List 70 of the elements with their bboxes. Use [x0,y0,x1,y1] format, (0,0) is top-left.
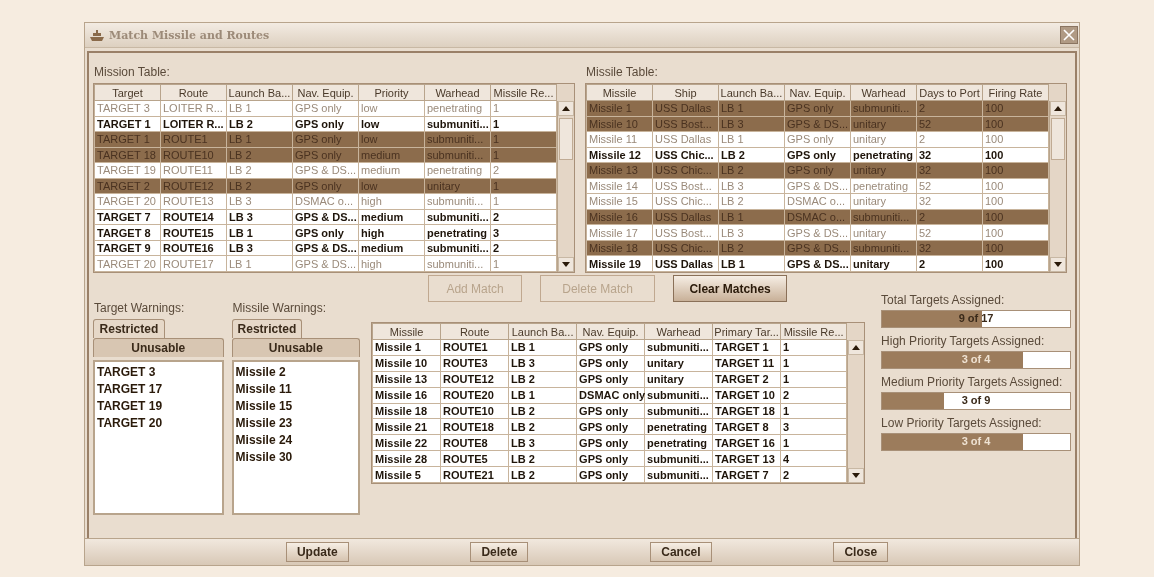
column-header[interactable]: Priority [358,84,425,101]
column-header[interactable]: Route [160,84,227,101]
scroll-thumb[interactable] [559,118,573,160]
section-label: Missile Warnings: [232,301,328,315]
column-header[interactable]: Warhead [644,323,713,340]
column-header[interactable]: Missile [372,323,441,340]
column-header[interactable]: Missile Re... [490,84,557,101]
list-item[interactable]: TARGET 17 [97,382,220,396]
footer-button[interactable]: Cancel [650,542,712,562]
column-header[interactable]: Nav. Equip. [576,323,645,340]
column-header[interactable]: Missile [586,84,653,101]
column-header[interactable]: Days to Port [916,84,983,101]
list-item[interactable]: Missile 2 [235,365,357,379]
column-header[interactable]: Ship [652,84,719,101]
footer-button[interactable]: Close [833,542,889,562]
scroll-up-button[interactable] [848,340,865,355]
list-item[interactable]: Missile 15 [235,399,357,413]
scroll-thumb[interactable] [1051,118,1065,160]
up-arrow-icon [1054,106,1062,111]
progress-label: Total Targets Assigned: [881,293,1006,307]
up-arrow-icon [852,345,861,350]
column-header[interactable]: Launch Ba... [226,84,293,101]
tab[interactable]: Restricted [93,319,165,338]
column-header[interactable]: Nav. Equip. [784,84,851,101]
progress-reading: 3 of 4 [960,435,992,447]
scroll-up-button[interactable] [1050,101,1066,116]
list-item[interactable]: Missile 11 [235,382,357,396]
close-icon [1063,29,1075,41]
section-label: Target Warnings: [94,301,186,315]
footer-button[interactable]: Delete [470,542,529,562]
list-item[interactable]: TARGET 20 [97,416,220,430]
scroll-down-button[interactable] [848,468,865,483]
progress-reading: 3 of 4 [960,353,992,365]
list-item[interactable]: Missile 23 [235,416,357,430]
progress-reading: 9 of 17 [957,312,995,324]
column-header[interactable]: Route [440,323,509,340]
column-header[interactable]: Firing Rate [982,84,1049,101]
footer-button[interactable]: Update [285,542,349,562]
list-item[interactable]: Missile 30 [235,450,357,464]
close-button[interactable] [1060,26,1078,44]
section-label: Missile Table: [586,65,659,79]
progress-label: High Priority Targets Assigned: [881,334,1046,348]
progress-label: Medium Priority Targets Assigned: [881,375,1064,389]
down-arrow-icon [1054,262,1062,267]
tab[interactable]: Unusable [231,338,361,357]
up-arrow-icon [562,106,570,111]
list-item[interactable]: Missile 24 [235,433,357,447]
list-item[interactable]: TARGET 3 [97,365,220,379]
app-icon [89,29,105,41]
column-header[interactable]: Target [94,84,161,101]
tab[interactable]: Unusable [93,338,224,357]
tab[interactable]: Restricted [231,319,303,338]
section-label: Mission Table: [94,65,171,79]
column-header[interactable]: Launch Ba... [718,84,785,101]
column-header[interactable]: Nav. Equip. [292,84,359,101]
scroll-down-button[interactable] [558,257,574,272]
scroll-down-button[interactable] [1050,257,1066,272]
scroll-up-button[interactable] [558,101,574,116]
window-title: Match Missile and Routes [109,28,271,42]
column-header[interactable]: Launch Ba... [508,323,577,340]
column-header[interactable]: Warhead [424,84,491,101]
progress-label: Low Priority Targets Assigned: [881,416,1043,430]
column-header[interactable]: Missile Re... [780,323,847,340]
match-button[interactable]: Clear Matches [673,275,788,302]
down-arrow-icon [852,473,861,478]
list-item[interactable]: TARGET 19 [97,399,220,413]
column-header[interactable]: Primary Tar... [712,323,781,340]
column-header[interactable]: Warhead [850,84,917,101]
progress-reading: 3 of 9 [960,394,992,406]
down-arrow-icon [562,262,570,267]
